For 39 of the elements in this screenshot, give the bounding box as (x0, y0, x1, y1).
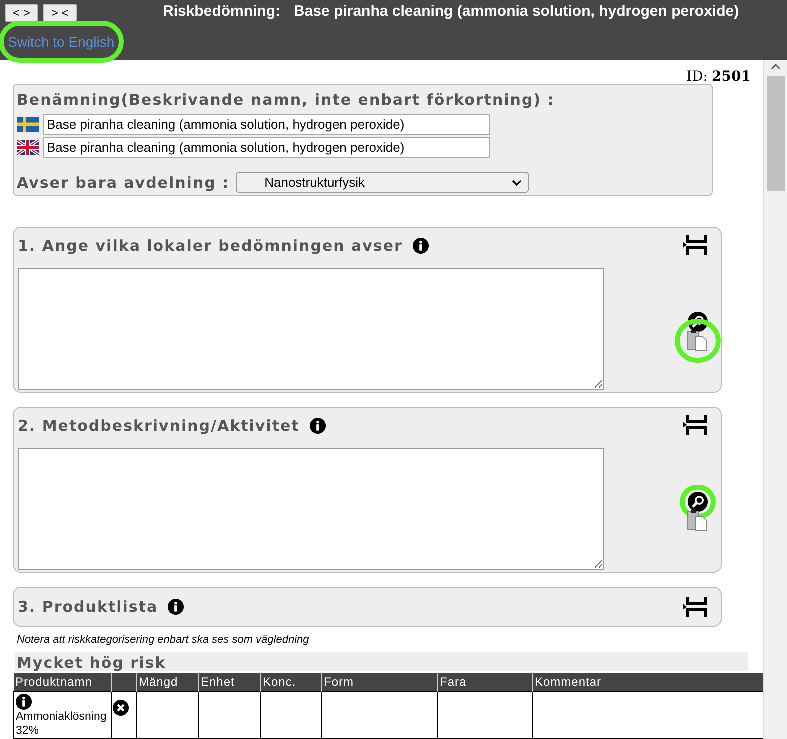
info-icon[interactable] (412, 238, 429, 254)
uk-flag-icon (17, 140, 39, 154)
info-icon[interactable] (168, 599, 184, 615)
column-header: Fara (438, 672, 532, 692)
column-header: Produktnamn (14, 672, 112, 692)
product-name: Ammoniaklösning 32% (16, 710, 108, 738)
section-title: 1. Ange vilka lokaler bedömningen avser (18, 236, 403, 257)
chevron-down-icon (512, 180, 522, 186)
name-heading: Benämning(Beskrivande namn, inte enbart förkortning) : (17, 90, 556, 111)
page-title: Base piranha cleaning (ammonia solution, hydrogen peroxide) (294, 2, 740, 22)
column-header: Form (322, 672, 438, 692)
page-title-label: Riskbedömning: (163, 2, 282, 22)
nav-button[interactable]: > < (43, 4, 77, 22)
search-icon[interactable] (688, 492, 708, 512)
scrollbar-thumb[interactable] (766, 76, 784, 191)
name-field[interactable]: Base piranha cleaning (ammonia solution, hydrogen peroxide) (43, 114, 490, 134)
scroll-up-icon[interactable] (770, 64, 780, 70)
info-icon[interactable] (16, 694, 32, 710)
name-field[interactable]: Base piranha cleaning (ammonia solution, hydrogen peroxide) (43, 136, 490, 158)
section-title: 2. Metodbeskrivning/Aktivitet (18, 416, 300, 437)
column-header: Konc. (260, 672, 322, 692)
guidance-note: Notera att riskkategorisering enbart ska ses som vägledning (17, 633, 310, 648)
remove-icon[interactable] (113, 700, 129, 716)
paste-icon[interactable] (687, 508, 709, 532)
highlight-ring (675, 319, 721, 363)
search-icon[interactable] (688, 312, 708, 332)
column-header: Enhet (198, 672, 260, 692)
swedish-flag-icon (17, 116, 39, 132)
column-header: Mängd (136, 672, 198, 692)
id-label: ID: (686, 68, 708, 84)
risk-group-heading: Mycket hög risk (15, 652, 748, 670)
department-label: Avser bara avdelning : (17, 172, 230, 194)
scrollbar[interactable] (763, 60, 787, 739)
nav-button[interactable]: < > (5, 4, 38, 22)
paste-icon[interactable] (687, 328, 709, 352)
info-icon[interactable] (310, 418, 326, 434)
section-title: 3. Produktlista (18, 596, 158, 618)
id-value: 2501 (712, 68, 751, 84)
department-select[interactable]: Nanostrukturfysik (236, 172, 529, 194)
